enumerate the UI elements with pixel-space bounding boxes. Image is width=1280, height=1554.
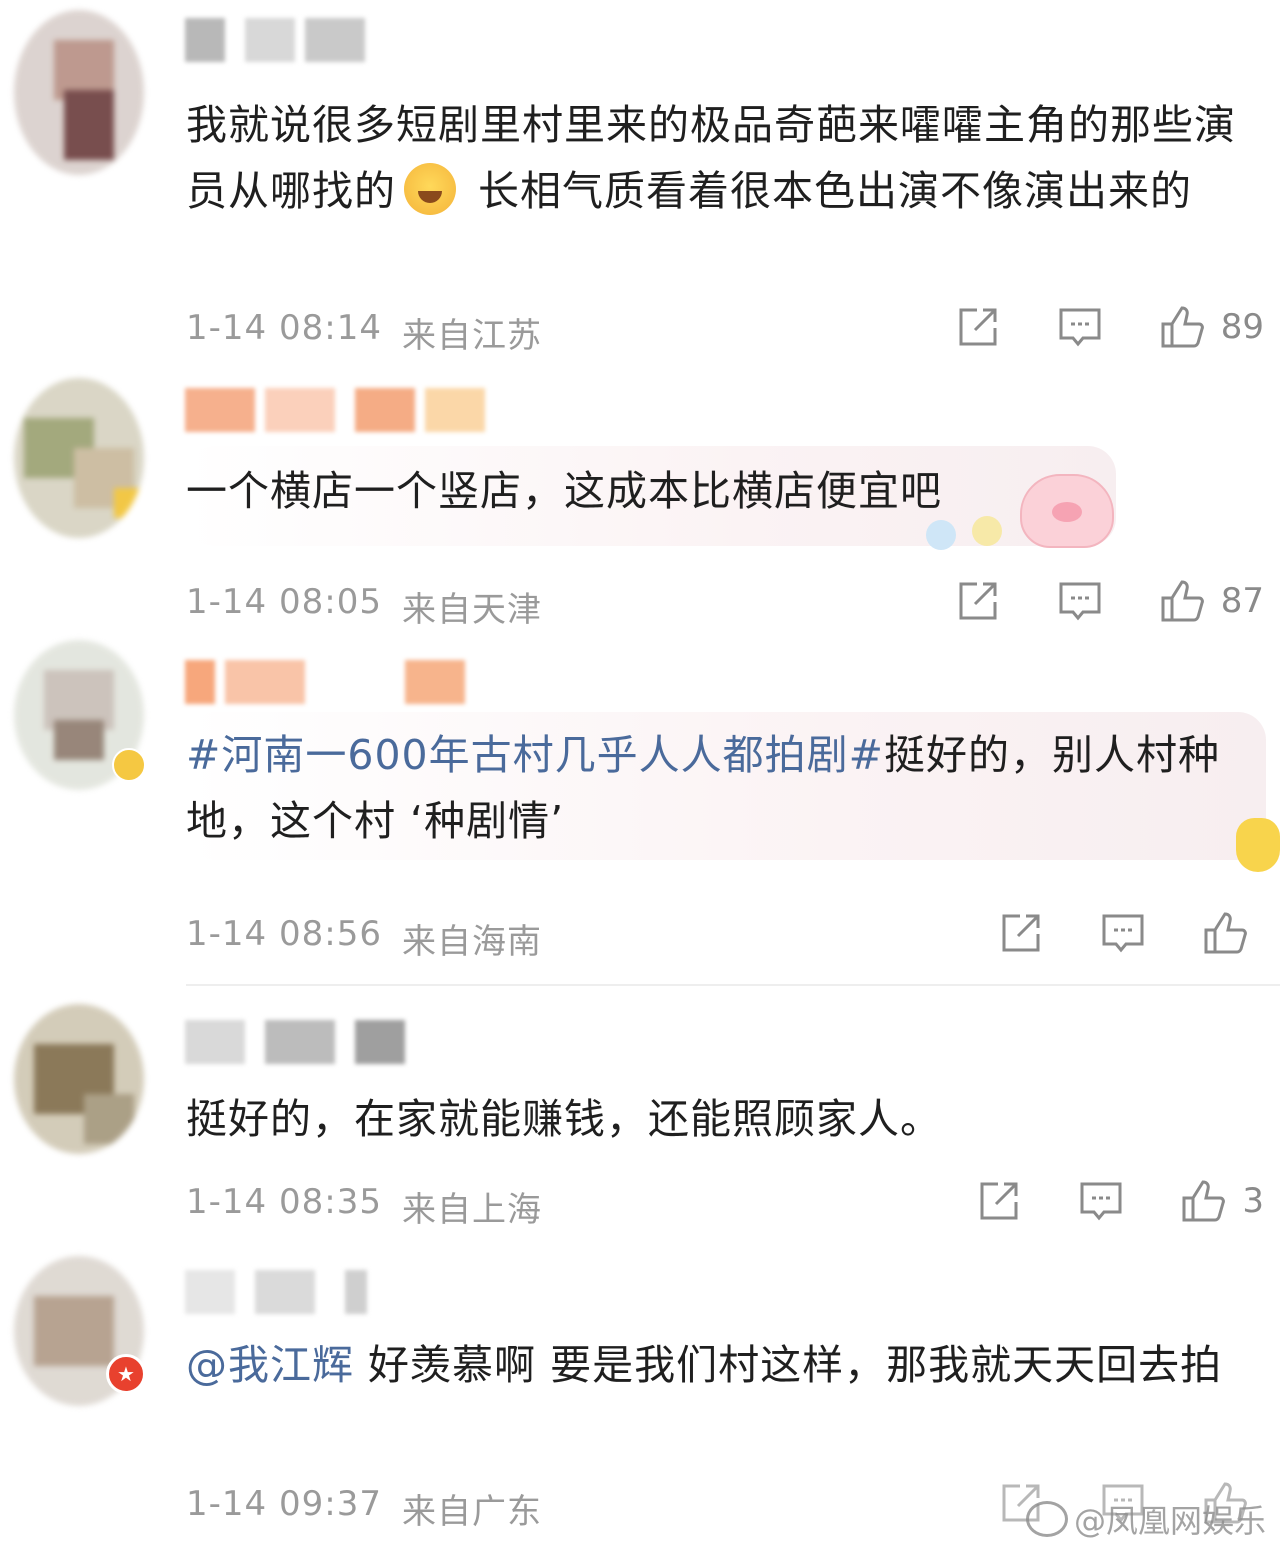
comment-actions: 89 (899, 304, 1264, 350)
pig-sticker (1020, 474, 1114, 548)
like-count: 87 (1220, 581, 1264, 621)
comment-text: @我江辉 好羡慕啊 要是我们村这样，那我就天天回去拍 (186, 1341, 1223, 1389)
repost-icon (1002, 914, 1040, 952)
comment-actions (942, 910, 1264, 956)
username-blurred[interactable] (185, 660, 475, 704)
like-count: 3 (1242, 1181, 1264, 1221)
avatar[interactable] (14, 378, 144, 538)
reply-button[interactable] (1057, 578, 1103, 624)
comment-meta: 1-14 08:14 来自江苏 (186, 308, 542, 357)
reply-button[interactable] (1100, 910, 1146, 956)
watermark: @凤凰网娱乐 (1025, 1496, 1266, 1542)
thumbs-up-icon (1182, 1180, 1226, 1222)
username-blurred[interactable] (185, 1270, 375, 1314)
comment-actions: 87 (899, 578, 1264, 624)
comment-icon (1059, 308, 1101, 347)
mention-link[interactable]: @我江辉 (186, 1341, 354, 1389)
comment-location: 来自江苏 (401, 316, 542, 356)
avatar[interactable] (14, 1004, 144, 1154)
thumbs-up-icon (1161, 306, 1204, 348)
comment-date: 1-14 08:35 (186, 1182, 382, 1222)
comment-icon (1059, 582, 1101, 621)
like-button[interactable]: 87 (1159, 578, 1264, 624)
username-blurred[interactable] (185, 388, 495, 432)
sticker-ball (926, 520, 956, 550)
weibo-icon (1025, 1501, 1068, 1537)
laugh-cry-emoji (404, 163, 456, 215)
comment-meta: 1-14 08:56 来自海南 (186, 914, 542, 963)
comment-location: 来自天津 (401, 590, 542, 630)
comment-actions: 3 (920, 1178, 1264, 1224)
comment-date: 1-14 08:05 (186, 582, 382, 622)
thumbs-up-icon (1204, 912, 1247, 954)
comment-location: 来自海南 (401, 922, 542, 962)
watermark-text: @凤凰网娱乐 (1073, 1502, 1266, 1540)
verified-badge (112, 748, 146, 782)
comment-text: 挺好的，在家就能赚钱，还能照顾家人。 (186, 1095, 942, 1143)
repost-button[interactable] (998, 910, 1044, 956)
repost-button[interactable] (955, 578, 1001, 624)
comment-text: #河南一600年古村几乎人人都拍剧#挺好的，别人村种地，这个村 ‘种剧情’ (186, 731, 1220, 845)
like-button[interactable]: 3 (1180, 1178, 1264, 1224)
comment-date: 1-14 08:14 (186, 308, 382, 348)
like-count: 89 (1220, 307, 1264, 347)
red-badge: ★ (106, 1354, 146, 1394)
avatar[interactable] (14, 10, 144, 175)
like-button[interactable]: 89 (1159, 304, 1264, 350)
comment-location: 来自广东 (401, 1492, 542, 1532)
repost-button[interactable] (976, 1178, 1022, 1224)
comment-meta: 1-14 08:35 来自上海 (186, 1182, 542, 1231)
duck-sticker (1236, 818, 1280, 872)
topic-link[interactable]: #河南一600年古村几乎人人都拍剧# (186, 731, 884, 779)
repost-icon (959, 582, 997, 620)
repost-icon (959, 308, 997, 346)
reply-button[interactable] (1057, 304, 1103, 350)
comment-location: 来自上海 (401, 1190, 542, 1230)
comment-text: 我就说很多短剧里村里来的极品奇葩来嚯嚯主角的那些演员从哪找的 长相气质看着很本色… (186, 101, 1236, 215)
sticker-ball (972, 516, 1002, 546)
reply-button[interactable] (1078, 1178, 1124, 1224)
thumbs-up-icon (1161, 580, 1204, 622)
divider (186, 984, 1280, 986)
username-blurred[interactable] (185, 18, 375, 62)
comment-icon (1080, 1182, 1122, 1221)
comment-meta: 1-14 09:37 来自广东 (186, 1484, 542, 1533)
repost-button[interactable] (955, 304, 1001, 350)
repost-icon (980, 1182, 1018, 1220)
comment-meta: 1-14 08:05 来自天津 (186, 582, 542, 631)
like-button[interactable] (1202, 910, 1264, 956)
comment-date: 1-14 09:37 (186, 1484, 382, 1524)
comment-date: 1-14 08:56 (186, 914, 382, 954)
comment-icon (1102, 914, 1144, 953)
username-blurred[interactable] (185, 1020, 415, 1064)
